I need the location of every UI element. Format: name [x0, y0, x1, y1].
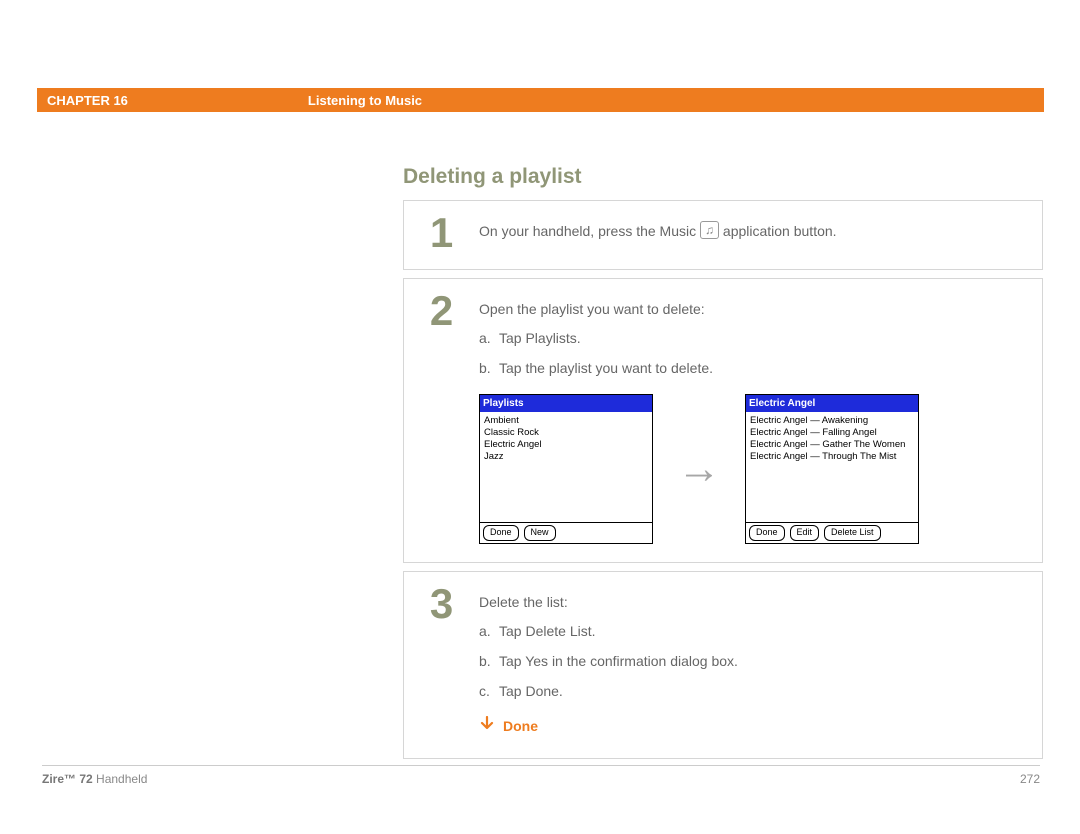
list-item: Electric Angel — Through The Mist [750, 451, 914, 463]
list-item: Classic Rock [484, 427, 648, 439]
done-indicator: Done [479, 713, 1024, 741]
screen-buttons: Done Edit Delete List [746, 522, 918, 543]
done-button: Done [749, 525, 785, 541]
section-title: Deleting a playlist [403, 165, 582, 189]
list-item: Electric Angel — Falling Angel [750, 427, 914, 439]
step-1-body: On your handheld, press the Music ♫ appl… [479, 201, 1042, 269]
list-item: Electric Angel — Gather The Women [750, 439, 914, 451]
step-3-intro: Delete the list: [479, 592, 1024, 614]
step-1-text-after: application button. [723, 223, 837, 239]
product-name: Zire™ 72 Handheld [42, 772, 147, 786]
screen-buttons: Done New [480, 522, 652, 543]
arrow-down-icon [479, 713, 495, 741]
step-number: 2 [404, 279, 479, 562]
product-model: Zire™ 72 [42, 772, 93, 786]
step-1: 1 On your handheld, press the Music ♫ ap… [403, 200, 1043, 270]
step-3-body: Delete the list: a.Tap Delete List. b.Ta… [479, 572, 1042, 759]
done-button: Done [483, 525, 519, 541]
steps-container: 1 On your handheld, press the Music ♫ ap… [403, 200, 1043, 767]
arrow-right-icon: → [677, 435, 721, 503]
step-2-body: Open the playlist you want to delete: a.… [479, 279, 1042, 562]
screen-title: Electric Angel [746, 395, 918, 413]
step-3: 3 Delete the list: a.Tap Delete List. b.… [403, 571, 1043, 760]
step-3a: Tap Delete List. [499, 623, 596, 639]
step-3c: Tap Done. [499, 683, 563, 699]
playlist-detail-screen: Electric Angel Electric Angel — Awakenin… [745, 394, 919, 544]
chapter-title: Listening to Music [308, 93, 422, 108]
step-1-text-before: On your handheld, press the Music [479, 223, 700, 239]
step-2-intro: Open the playlist you want to delete: [479, 299, 1024, 321]
page-footer: Zire™ 72 Handheld 272 [42, 765, 1040, 786]
step-3b: Tap Yes in the confirmation dialog box. [499, 653, 738, 669]
music-icon: ♫ [700, 221, 719, 239]
step-2b: Tap the playlist you want to delete. [499, 360, 713, 376]
screen-content: Electric Angel — Awakening Electric Ange… [746, 412, 918, 522]
sub-letter: a. [479, 328, 499, 350]
step-number: 1 [404, 201, 479, 269]
product-rest: Handheld [93, 772, 148, 786]
page-number: 272 [1020, 772, 1040, 786]
list-item: Electric Angel — Awakening [750, 415, 914, 427]
screenshots-row: Playlists Ambient Classic Rock Electric … [479, 394, 1024, 544]
new-button: New [524, 525, 556, 541]
list-item: Ambient [484, 415, 648, 427]
playlists-screen: Playlists Ambient Classic Rock Electric … [479, 394, 653, 544]
delete-list-button: Delete List [824, 525, 881, 541]
done-label: Done [503, 716, 538, 738]
list-item: Electric Angel [484, 439, 648, 451]
list-item: Jazz [484, 451, 648, 463]
step-2: 2 Open the playlist you want to delete: … [403, 278, 1043, 563]
sub-letter: a. [479, 621, 499, 643]
step-number: 3 [404, 572, 479, 759]
sub-letter: c. [479, 681, 499, 703]
chapter-label: CHAPTER 16 [47, 93, 128, 108]
sub-letter: b. [479, 651, 499, 673]
sub-letter: b. [479, 358, 499, 380]
edit-button: Edit [790, 525, 820, 541]
screen-content: Ambient Classic Rock Electric Angel Jazz [480, 412, 652, 522]
screen-title: Playlists [480, 395, 652, 413]
chapter-header-bar: CHAPTER 16 Listening to Music [37, 88, 1044, 112]
step-2a: Tap Playlists. [499, 330, 581, 346]
